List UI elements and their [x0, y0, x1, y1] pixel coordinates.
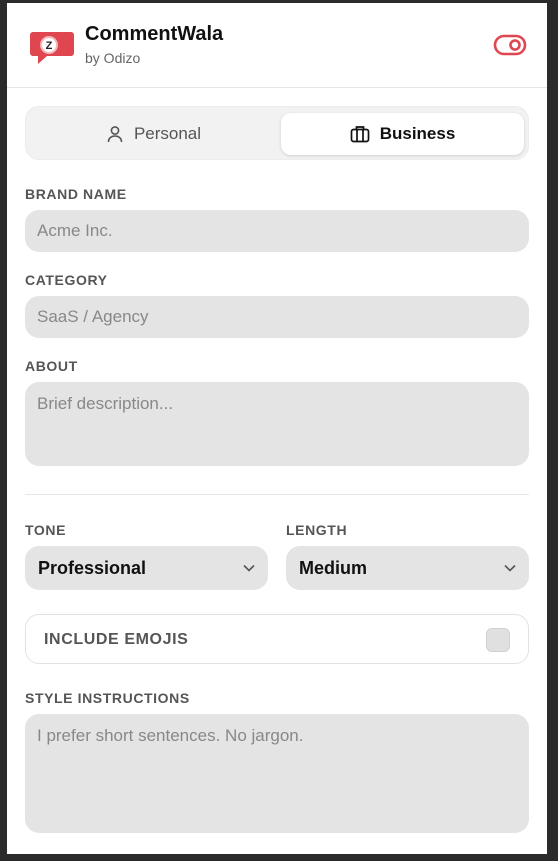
about-label: ABOUT	[25, 358, 78, 374]
style-instructions-textarea[interactable]	[25, 714, 529, 833]
tone-select[interactable]: Professional	[25, 546, 268, 590]
briefcase-icon	[350, 126, 370, 143]
tab-personal-label: Personal	[133, 124, 202, 143]
mode-tabs: Personal Business	[25, 106, 529, 160]
tab-personal[interactable]: Personal	[32, 113, 275, 155]
style-instructions-label: STYLE INSTRUCTIONS	[25, 690, 190, 706]
tab-business[interactable]: Business	[281, 113, 524, 155]
tab-business-label: Business	[379, 124, 456, 143]
app-title: CommentWala	[85, 23, 224, 45]
tone-selected-value: Professional	[38, 557, 147, 578]
person-icon	[107, 126, 123, 143]
include-emojis-row[interactable]: INCLUDE EMOJIS	[25, 614, 529, 664]
brand-name-label: BRAND NAME	[25, 186, 127, 202]
include-emojis-checkbox[interactable]	[486, 628, 510, 652]
divider	[25, 494, 529, 495]
toggle-switch-icon[interactable]	[493, 33, 527, 57]
tone-label: TONE	[25, 522, 67, 538]
svg-text:Z: Z	[46, 40, 53, 52]
brand-name-input[interactable]	[25, 210, 529, 252]
length-select[interactable]: Medium	[286, 546, 529, 590]
chevron-down-icon	[504, 564, 516, 572]
extension-popup: Z CommentWala by Odizo Personal Business…	[7, 3, 547, 854]
header: Z CommentWala by Odizo	[7, 3, 547, 88]
category-label: CATEGORY	[25, 272, 108, 288]
speech-bubble-logo-icon: Z	[30, 32, 74, 64]
length-label: LENGTH	[286, 522, 348, 538]
length-selected-value: Medium	[299, 557, 368, 578]
chevron-down-icon	[243, 564, 255, 572]
include-emojis-label: INCLUDE EMOJIS	[44, 631, 189, 648]
category-input[interactable]	[25, 296, 529, 338]
app-subtitle: by Odizo	[85, 50, 141, 66]
about-textarea[interactable]	[25, 382, 529, 466]
